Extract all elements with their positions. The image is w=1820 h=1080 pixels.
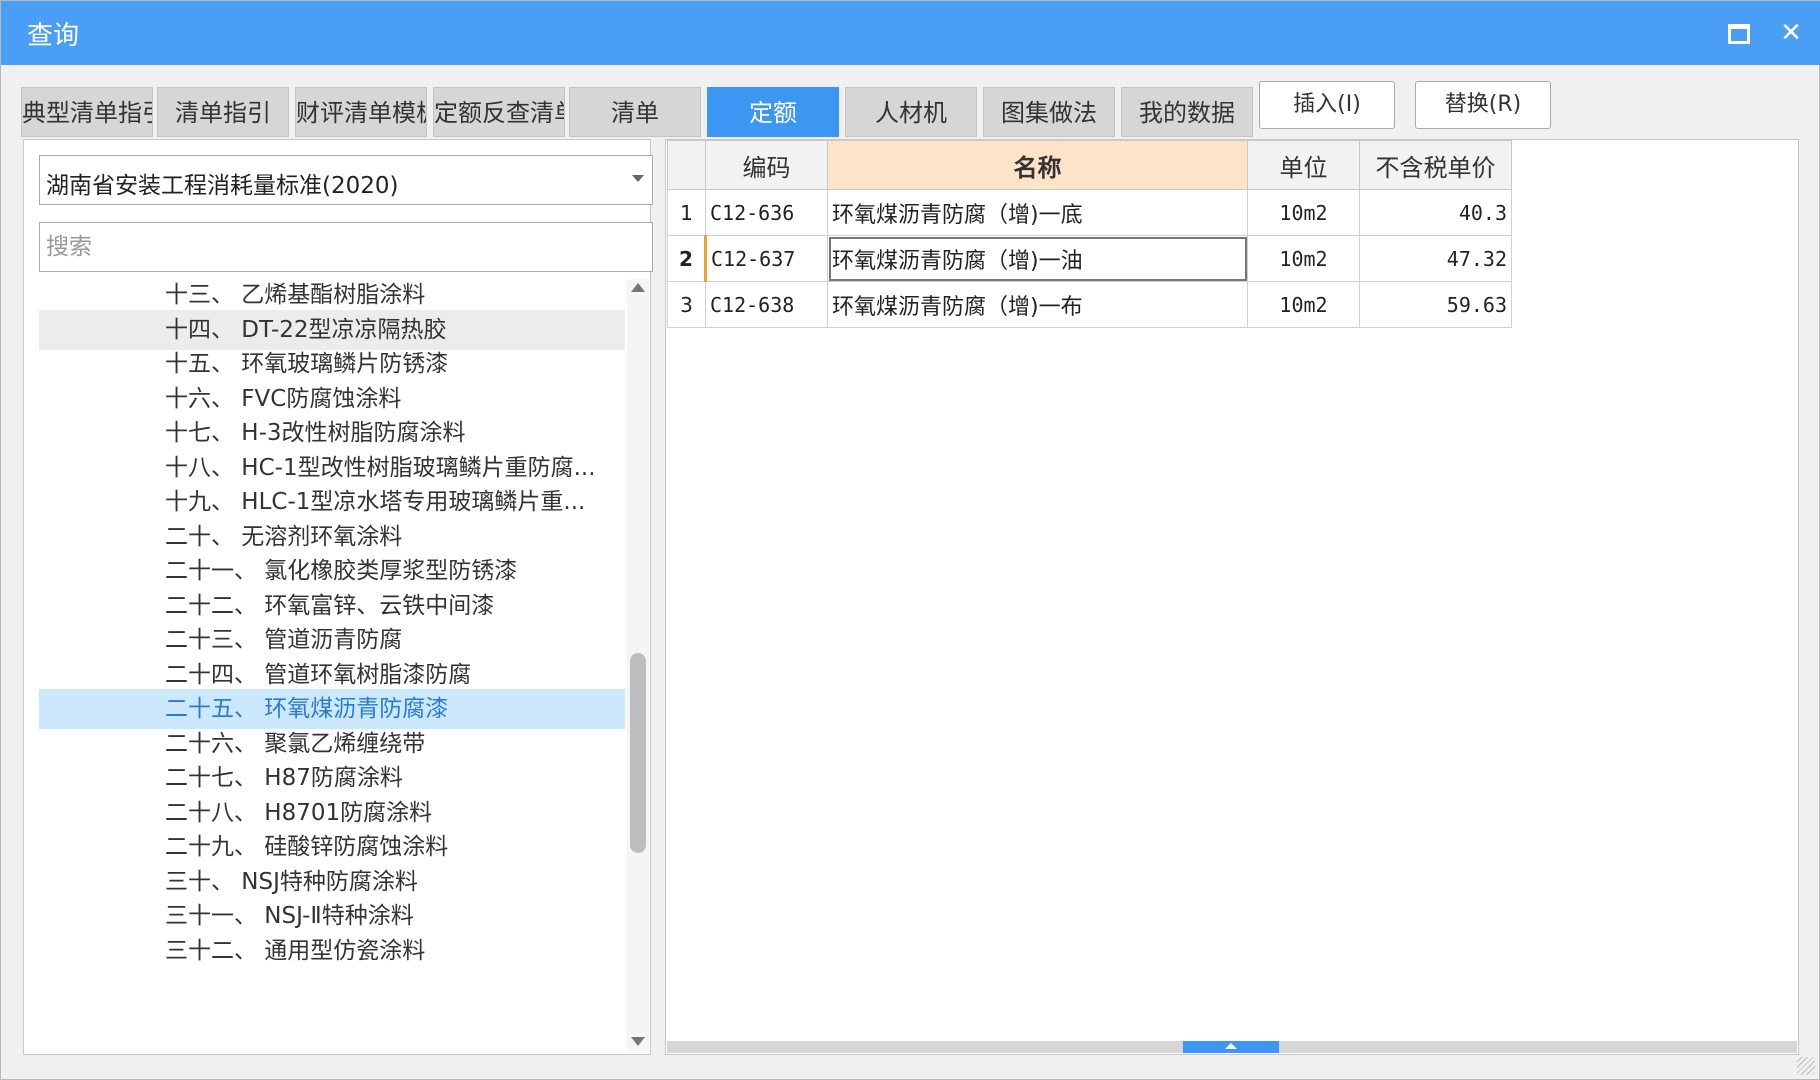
replace-button[interactable]: 替换(R) <box>1415 81 1551 129</box>
column-header-name[interactable]: 名称 <box>827 140 1248 190</box>
search-input[interactable] <box>39 222 653 272</box>
chevron-down-icon <box>632 175 644 182</box>
cell-unit[interactable]: 10m2 <box>1247 281 1360 328</box>
tab-quota-reverse-lookup[interactable]: 定额反查清单 <box>433 87 565 137</box>
standard-select[interactable]: 湖南省安装工程消耗量标准(2020) <box>39 155 653 205</box>
cell-price[interactable]: 40.3 <box>1359 189 1512 236</box>
window-title: 查询 <box>27 21 80 51</box>
cell-price[interactable]: 47.32 <box>1359 235 1512 282</box>
cell-code[interactable]: C12-638 <box>705 281 828 328</box>
row-number: 3 <box>667 281 706 328</box>
chevron-up-icon <box>1225 1043 1237 1049</box>
chapter-tree: 十三、 乙烯基酯树脂涂料 十四、 DT-22型凉凉隔热胶 十五、 环氧玻璃鳞片防锈漆… <box>39 279 625 1051</box>
tab-labor-material-machine[interactable]: 人材机 <box>845 87 977 137</box>
insert-button[interactable]: 插入(I) <box>1259 81 1395 129</box>
row-number: 2 <box>667 235 707 282</box>
tree-scrollbar[interactable] <box>627 279 649 1051</box>
cell-unit[interactable]: 10m2 <box>1247 189 1360 236</box>
tab-typical-list-guide[interactable]: 典型清单指引 <box>21 87 153 137</box>
maximize-icon[interactable] <box>1721 15 1757 51</box>
tab-list-guide[interactable]: 清单指引 <box>157 87 289 137</box>
tab-quota[interactable]: 定额 <box>707 87 839 137</box>
close-icon[interactable]: ✕ <box>1773 15 1809 51</box>
cell-name[interactable]: 环氧煤沥青防腐（增)一底 <box>827 189 1248 236</box>
column-header-rownum <box>667 140 706 190</box>
table-row[interactable]: 1 C12-636 环氧煤沥青防腐（增)一底 10m2 40.3 <box>667 189 1512 236</box>
tab-finance-list-template[interactable]: 财评清单模板 <box>295 87 427 137</box>
grid-splitter-bar[interactable] <box>667 1041 1797 1053</box>
row-number: 1 <box>667 189 706 236</box>
cell-code[interactable]: C12-636 <box>705 189 828 236</box>
scroll-up-icon[interactable] <box>631 283 645 292</box>
column-header-unit[interactable]: 单位 <box>1247 140 1360 190</box>
table-row[interactable]: 3 C12-638 环氧煤沥青防腐（增)一布 10m2 59.63 <box>667 281 1512 328</box>
scroll-thumb[interactable] <box>630 653 646 853</box>
tab-atlas-method[interactable]: 图集做法 <box>983 87 1115 137</box>
splitter-handle[interactable] <box>1183 1041 1279 1053</box>
query-dialog: 查询 ✕ 典型清单指引 清单指引 财评清单模板 定额反查清单 清单 定额 人材机… <box>0 0 1820 1080</box>
cell-code[interactable]: C12-637 <box>705 235 828 282</box>
table-row[interactable]: 2 C12-637 环氧煤沥青防腐（增)一油 10m2 47.32 <box>667 235 1512 282</box>
cell-name[interactable]: 环氧煤沥青防腐（增)一布 <box>827 281 1248 328</box>
resize-grip-icon[interactable] <box>1797 1057 1815 1075</box>
scroll-down-icon[interactable] <box>631 1037 645 1046</box>
quota-table: 编码 名称 单位 不含税单价 1 C12-636 环氧煤沥青防腐（增)一底 10… <box>667 140 1512 328</box>
tab-my-data[interactable]: 我的数据 <box>1121 87 1253 137</box>
column-header-code[interactable]: 编码 <box>705 140 828 190</box>
cell-price[interactable]: 59.63 <box>1359 281 1512 328</box>
title-bar[interactable]: 查询 ✕ <box>1 1 1820 65</box>
standard-select-value: 湖南省安装工程消耗量标准(2020) <box>46 173 399 199</box>
tree-item[interactable]: 三十二、 通用型仿瓷涂料 <box>39 931 625 971</box>
column-header-price[interactable]: 不含税单价 <box>1359 140 1512 190</box>
table-header-row: 编码 名称 单位 不含税单价 <box>667 140 1512 190</box>
cell-unit[interactable]: 10m2 <box>1247 235 1360 282</box>
tab-list[interactable]: 清单 <box>569 87 701 137</box>
cell-name[interactable]: 环氧煤沥青防腐（增)一油 <box>827 235 1248 282</box>
